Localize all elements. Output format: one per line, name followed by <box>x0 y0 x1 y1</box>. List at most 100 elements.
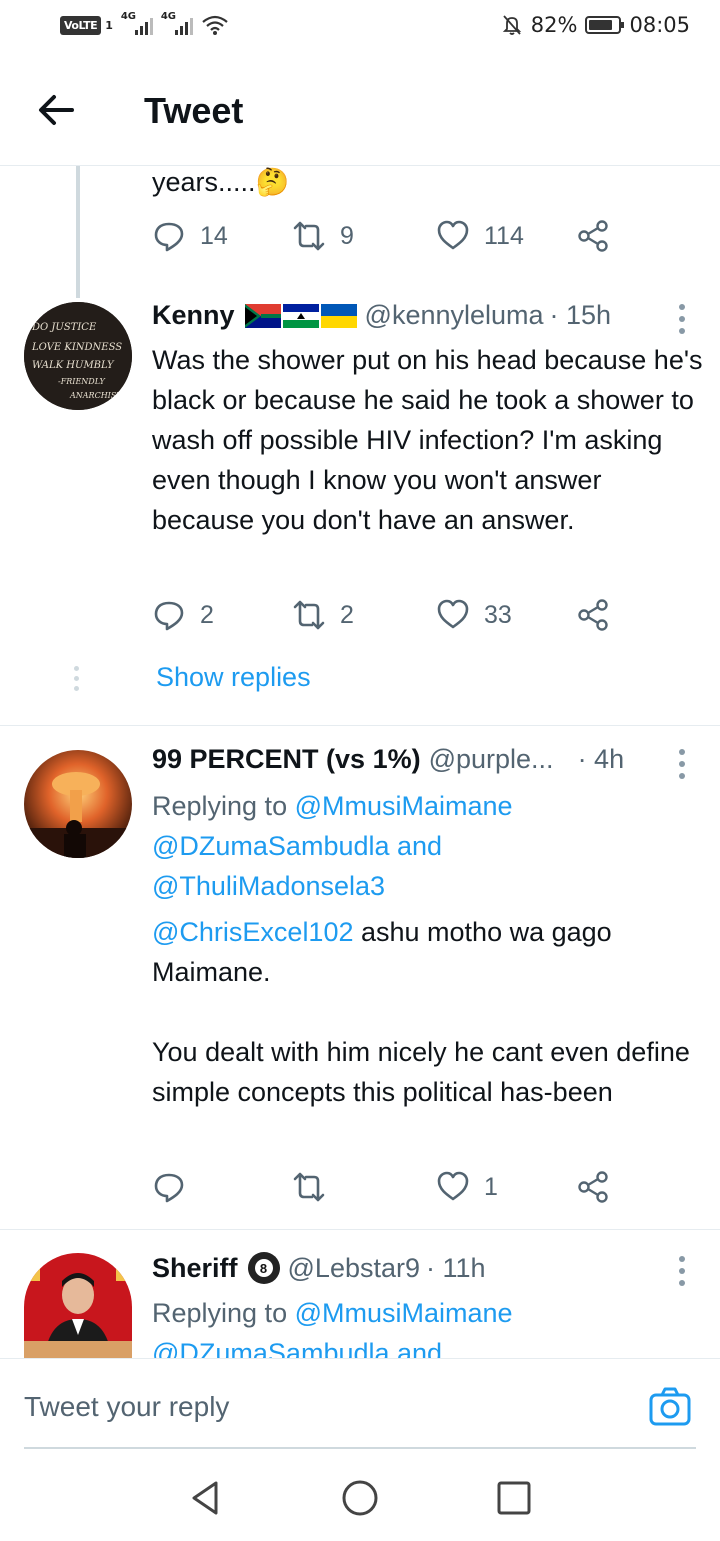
replying-to: Replying to @MmusiMaimane @DZumaSambudla… <box>152 791 513 901</box>
reply-bar: Tweet your reply <box>0 1358 720 1449</box>
signal-icon: 4G <box>161 11 193 35</box>
status-bar: VoLTE 1 4G 4G 82% 08:05 <box>0 0 720 56</box>
thinking-emoji: 🤔 <box>255 167 290 198</box>
mention-link[interactable]: @DZumaSambudla and <box>152 1338 442 1358</box>
more-options-icon[interactable] <box>678 1256 686 1286</box>
share-icon <box>578 599 608 631</box>
app-header: Tweet <box>0 56 720 166</box>
camera-icon[interactable] <box>648 1385 692 1429</box>
tweet-text: You dealt with him nicely he cant even d… <box>152 1037 690 1107</box>
tweet-author-row: Sheriff 8 @Lebstar9 · 11h <box>152 1252 486 1284</box>
retweet-icon <box>293 221 325 251</box>
signal-icon: 4G <box>121 11 153 35</box>
share-button[interactable] <box>576 1170 610 1204</box>
reply-button[interactable]: 14 <box>152 219 228 253</box>
system-nav-bar <box>0 1450 720 1541</box>
avatar[interactable] <box>24 750 132 858</box>
tweet-author-row: 99 PERCENT (vs 1%) @purple... · 4h <box>152 744 624 775</box>
reply-icon <box>154 1173 184 1203</box>
like-button[interactable]: 114 <box>436 219 524 253</box>
reply-button[interactable]: 2 <box>152 598 214 632</box>
mention-link[interactable]: @ThuliMadonsela3 <box>152 871 385 901</box>
back-nav-icon[interactable] <box>186 1478 226 1518</box>
volte-badge: VoLTE <box>60 15 102 35</box>
tweet-actions: 14 9 114 <box>152 219 622 259</box>
author-name[interactable]: Kenny <box>152 300 235 331</box>
like-button[interactable]: 33 <box>436 598 512 632</box>
avatar-line: DO JUSTICE <box>31 322 97 333</box>
like-button[interactable]: 1 <box>436 1170 498 1204</box>
retweet-button[interactable] <box>292 1170 326 1204</box>
reply-count: 2 <box>200 600 214 629</box>
and-others-link[interactable]: and <box>390 831 442 861</box>
divider <box>0 725 720 726</box>
more-options-icon[interactable] <box>678 304 686 334</box>
avatar[interactable] <box>24 1253 132 1358</box>
clock: 08:05 <box>629 13 690 37</box>
avatar-image <box>24 750 132 858</box>
recents-nav-icon[interactable] <box>494 1478 534 1518</box>
like-count: 33 <box>484 600 512 629</box>
tweet-actions: 1 <box>152 1170 622 1210</box>
avatar-line: WALK HUMBLY <box>32 360 115 371</box>
wifi-icon <box>202 15 228 35</box>
author-name[interactable]: 99 PERCENT (vs 1%) <box>152 744 421 775</box>
divider <box>0 1229 720 1230</box>
retweet-button[interactable]: 2 <box>292 598 354 632</box>
reply-input[interactable]: Tweet your reply <box>24 1391 229 1423</box>
share-icon <box>578 220 608 252</box>
reply-underline <box>24 1447 696 1449</box>
share-icon <box>578 1171 608 1203</box>
page-title: Tweet <box>144 90 244 131</box>
avatar-line: LOVE KINDNESS <box>31 342 122 353</box>
tweet-time: · 11h <box>426 1252 486 1283</box>
flag-south-africa-icon <box>244 303 281 328</box>
retweet-icon <box>293 600 325 630</box>
avatar[interactable]: DO JUSTICE LOVE KINDNESS WALK HUMBLY -FR… <box>24 302 132 410</box>
reply-icon <box>154 601 184 631</box>
heart-icon <box>437 1171 469 1201</box>
battery-percent: 82% <box>530 13 578 37</box>
retweet-count: 2 <box>340 600 354 629</box>
mention-link[interactable]: @MmusiMaimane <box>295 1298 513 1328</box>
share-button[interactable] <box>576 219 610 253</box>
mention-link[interactable]: @MmusiMaimane <box>295 791 513 821</box>
show-replies-link[interactable]: Show replies <box>156 662 311 693</box>
replying-to: Replying to @MmusiMaimane @DZumaSambudla… <box>152 1293 704 1358</box>
eight-ball-icon: 8 <box>247 1252 280 1284</box>
mention-link[interactable]: @DZumaSambudla <box>152 831 390 861</box>
mention-link[interactable]: @ChrisExcel102 <box>152 917 354 947</box>
reply-icon <box>154 222 184 252</box>
status-right: 82% 08:05 <box>501 13 690 37</box>
author-handle[interactable]: @kennyleluma <box>365 300 544 331</box>
flag-lesotho-icon <box>282 303 319 328</box>
reply-button[interactable] <box>152 1170 186 1204</box>
avatar-image <box>24 1253 132 1358</box>
tweet-time: · 4h <box>577 744 625 774</box>
more-options-icon[interactable] <box>678 749 686 779</box>
home-nav-icon[interactable] <box>340 1478 380 1518</box>
tweet-text: Was the shower put on his head because h… <box>152 345 703 535</box>
battery-icon <box>585 16 625 34</box>
avatar-image: DO JUSTICE LOVE KINDNESS WALK HUMBLY -FR… <box>24 302 132 410</box>
status-left: VoLTE 1 4G 4G <box>60 11 229 36</box>
tweet-author-row: Kenny @kennyleluma · 15h <box>152 300 611 331</box>
author-handle[interactable]: @purple... <box>429 744 554 775</box>
flag-ukraine-icon <box>320 303 357 328</box>
tweet-text: years.....🤔 <box>152 167 290 198</box>
heart-icon <box>437 599 469 629</box>
retweet-count: 9 <box>340 221 354 250</box>
sim-label: 1 <box>105 18 113 32</box>
tweet-actions: 2 2 33 <box>152 598 622 638</box>
arrow-left-icon[interactable] <box>32 86 80 134</box>
heart-icon <box>437 220 469 250</box>
thread-line <box>76 166 80 298</box>
reply-count: 14 <box>200 221 228 250</box>
author-handle[interactable]: @Lebstar9 <box>288 1253 420 1284</box>
like-count: 1 <box>484 1172 498 1201</box>
like-count: 114 <box>484 221 524 250</box>
tweet-text: @ChrisExcel102 ashu motho wa gago Maiman… <box>152 917 612 987</box>
share-button[interactable] <box>576 598 610 632</box>
retweet-button[interactable]: 9 <box>292 219 354 253</box>
author-name[interactable]: Sheriff <box>152 1253 238 1284</box>
